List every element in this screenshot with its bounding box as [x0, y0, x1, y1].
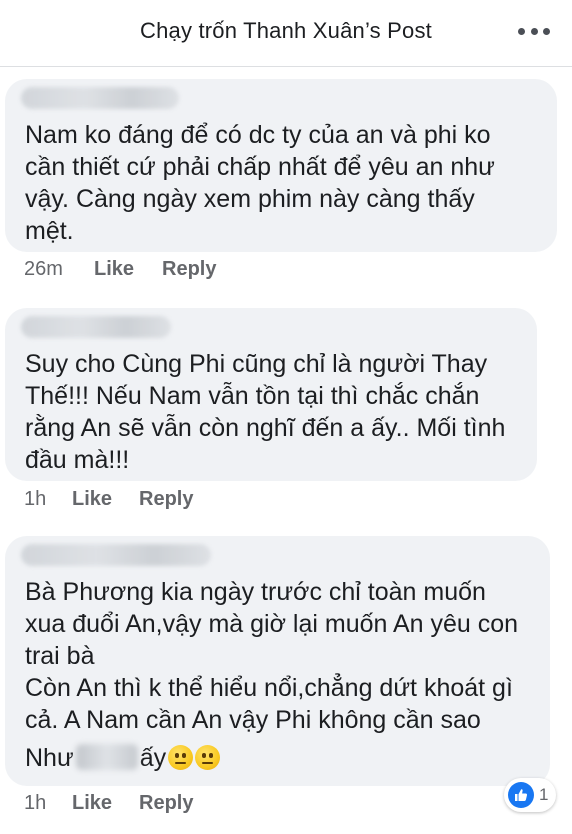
- reaction-count: 1: [539, 785, 549, 804]
- page-title: Chạy trốn Thanh Xuân’s Post: [140, 18, 432, 43]
- comment-time: 26m: [24, 258, 63, 280]
- comment-last-line: Như ấy: [25, 742, 221, 774]
- comment-text: Nam ko đáng để có dc ty của an và phi ko…: [25, 121, 495, 245]
- like-link[interactable]: Like: [72, 488, 112, 511]
- comment-bubble: Nam ko đáng để có dc ty của an và phi ko…: [5, 79, 557, 252]
- comment-text: Bà Phương kia ngày trước chỉ toàn muốn x…: [25, 578, 519, 734]
- redacted-word: [75, 744, 138, 770]
- thumbs-up-icon: [508, 782, 534, 808]
- reaction-summary[interactable]: 1: [504, 778, 556, 812]
- comment-meta: 1h Like Reply: [0, 792, 300, 818]
- comment-meta: 26m Like Reply: [0, 258, 300, 284]
- author-name-blurred[interactable]: [21, 316, 171, 338]
- comment-bubble: Bà Phương kia ngày trước chỉ toàn muốn x…: [5, 536, 550, 786]
- comment-time: 1h: [24, 792, 47, 814]
- reply-link[interactable]: Reply: [162, 258, 216, 281]
- comment-time: 1h: [24, 488, 47, 510]
- neutral-face-emoji-icon: [168, 745, 194, 770]
- author-name-blurred[interactable]: [21, 544, 211, 566]
- comment-text: Suy cho Cùng Phi cũng chỉ là người Thay …: [25, 350, 506, 474]
- comment-meta: 1h Like Reply: [0, 488, 300, 514]
- neutral-face-emoji-icon: [195, 745, 221, 770]
- comment-text-end: ấy: [139, 744, 167, 772]
- reply-link[interactable]: Reply: [139, 488, 193, 511]
- author-name-blurred[interactable]: [21, 87, 179, 109]
- post-header: Chạy trốn Thanh Xuân’s Post: [0, 0, 572, 67]
- reply-link[interactable]: Reply: [139, 792, 193, 815]
- comment-bubble: Suy cho Cùng Phi cũng chỉ là người Thay …: [5, 308, 537, 481]
- like-link[interactable]: Like: [72, 792, 112, 815]
- more-options-icon[interactable]: [518, 21, 550, 41]
- like-link[interactable]: Like: [94, 258, 134, 281]
- comment-text-start: Như: [25, 744, 74, 772]
